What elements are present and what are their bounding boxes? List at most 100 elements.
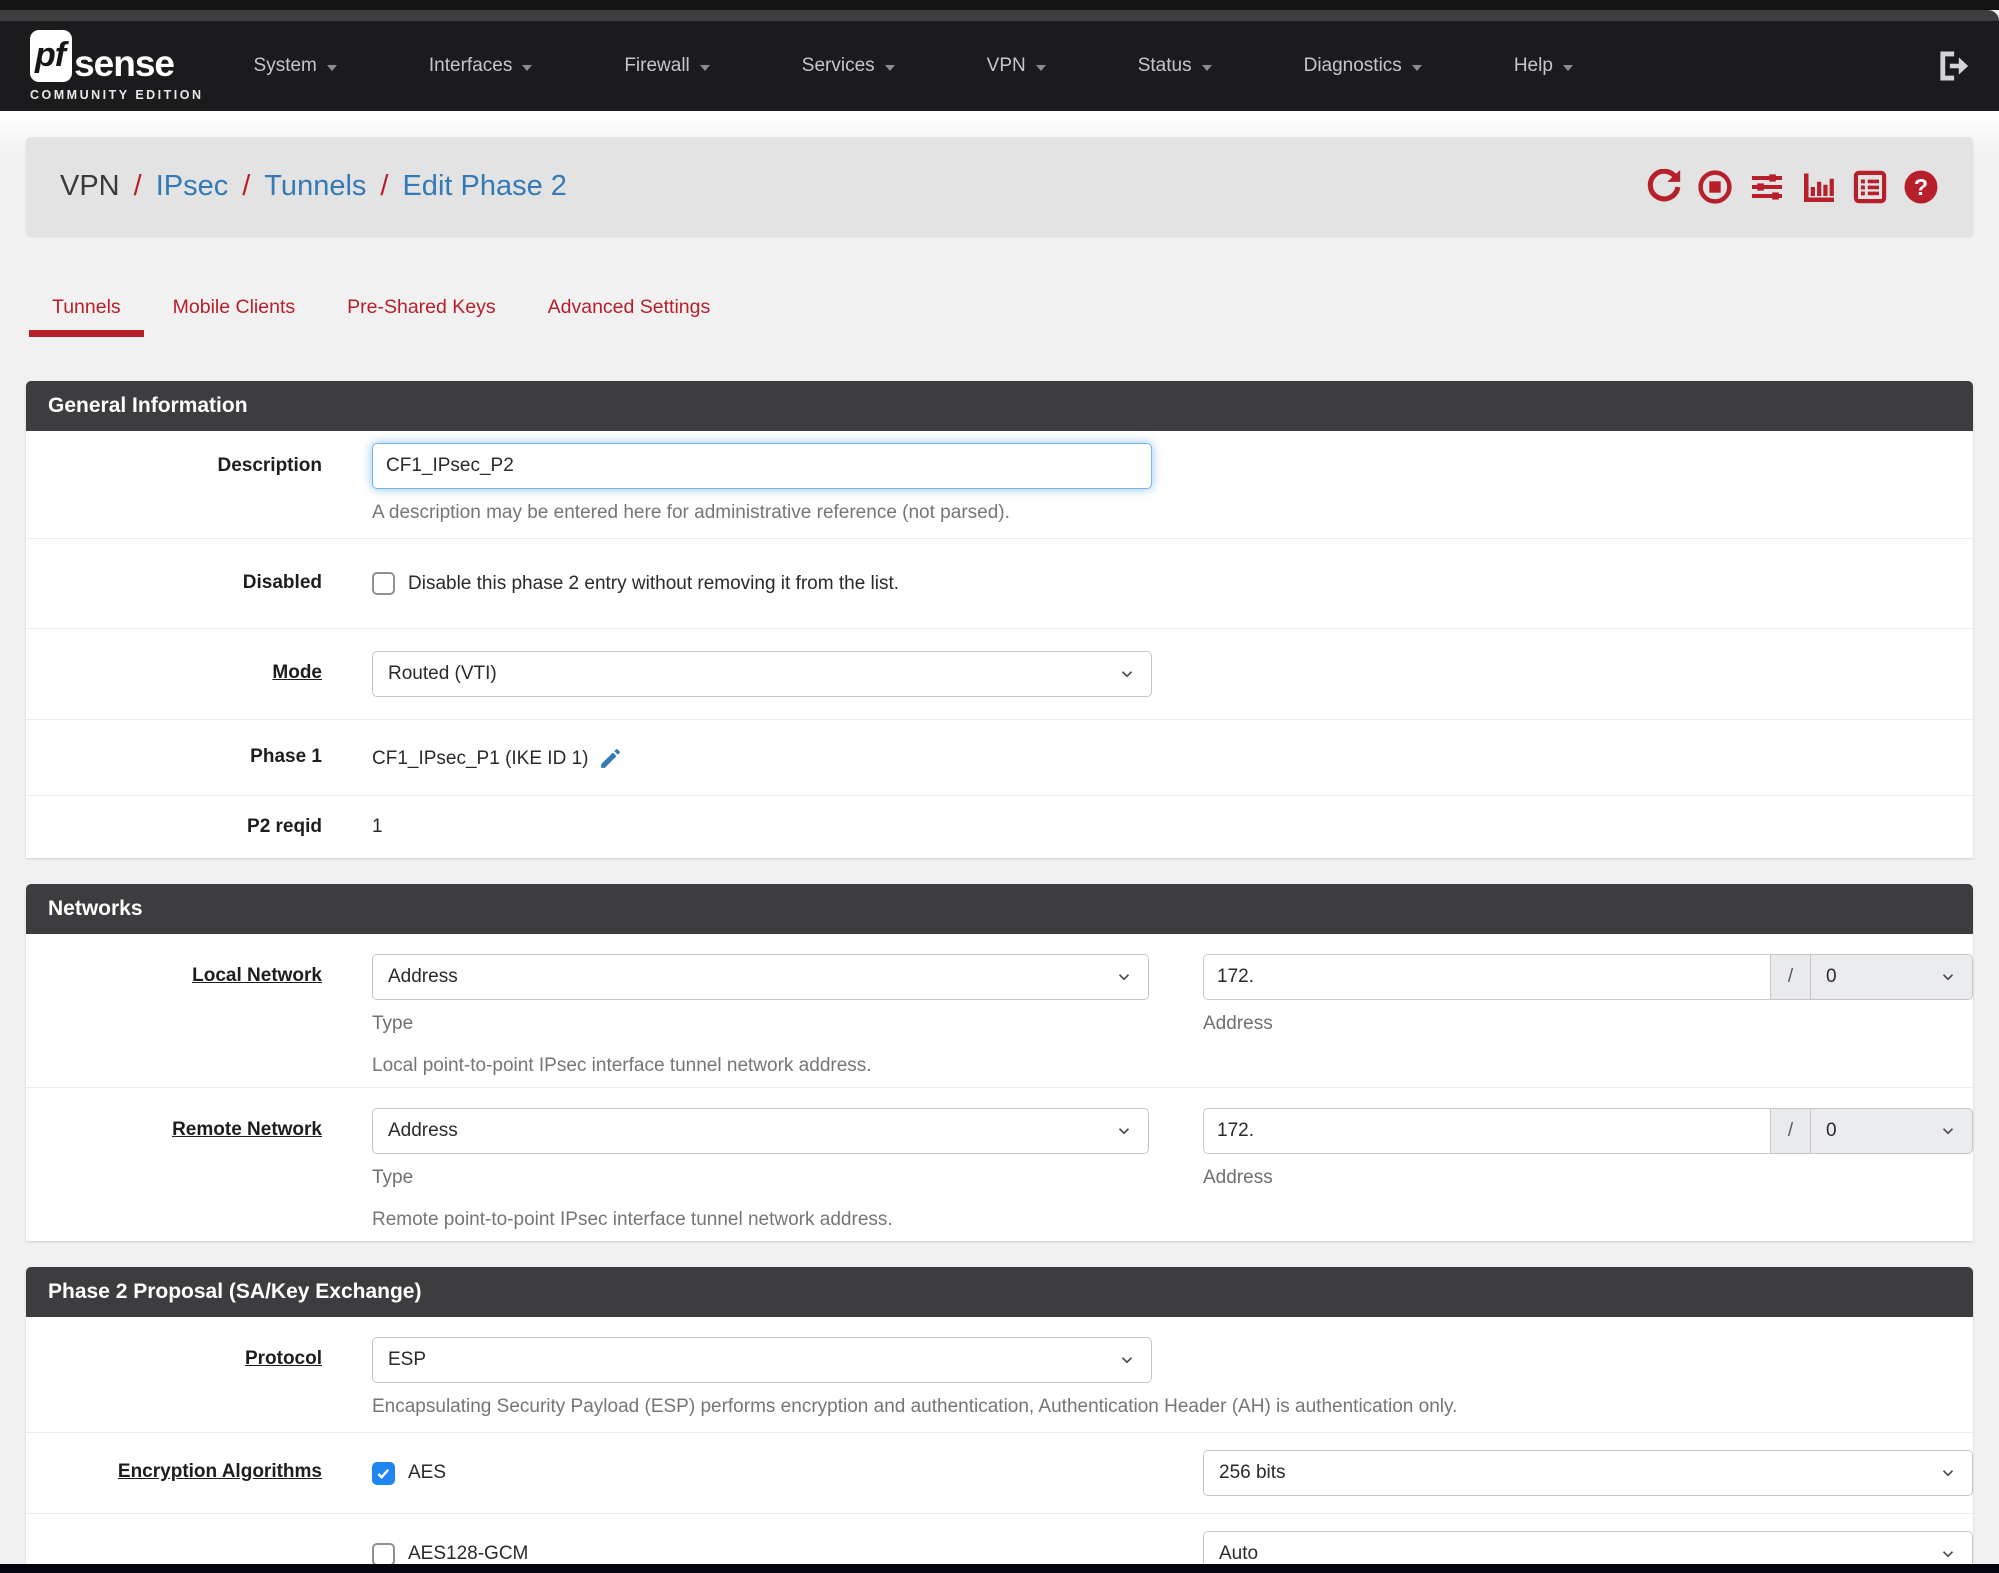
breadcrumb-section: VPN [60, 170, 120, 202]
remote-network-prefix-select[interactable]: 0 [1811, 1108, 1973, 1154]
window-chrome-strip [0, 10, 1999, 21]
community-edition-label: COMMUNITY EDITION [30, 88, 204, 102]
disabled-label: Disabled [242, 572, 322, 593]
main-menu: System Interfaces Firewall Services VPN … [232, 41, 1935, 91]
local-network-help: Local point-to-point IPsec interface tun… [372, 1055, 872, 1076]
window-top-edge [0, 0, 1999, 10]
page-body: VPN / IPsec / Tunnels / Edit Phase 2 ? T… [0, 111, 1999, 1573]
description-label: Description [217, 455, 322, 476]
chevron-down-icon [1942, 1470, 1954, 1477]
phase1-value: CF1_IPsec_P1 (IKE ID 1) [372, 747, 589, 769]
remote-network-label: Remote Network [172, 1119, 322, 1140]
chevron-down-icon [884, 64, 895, 71]
aes-keylen-select[interactable]: 256 bits [1203, 1450, 1973, 1496]
pfsense-logo-sense: sense [74, 43, 175, 84]
chevron-down-icon [1118, 1128, 1130, 1135]
disabled-row: Disabled Disable this phase 2 entry with… [26, 539, 1973, 629]
chevron-down-icon [699, 64, 710, 71]
aes-label: AES [408, 1462, 447, 1483]
remote-network-address-caption: Address [1203, 1167, 1273, 1188]
tab-bar: Tunnels Mobile Clients Pre-Shared Keys A… [26, 236, 1973, 337]
refresh-icon[interactable] [1646, 168, 1682, 205]
chevron-down-icon [1942, 1551, 1954, 1558]
chevron-down-icon [1121, 1357, 1133, 1364]
list-log-icon[interactable] [1852, 169, 1888, 205]
chevron-down-icon [522, 64, 533, 71]
remote-network-type-caption: Type [372, 1167, 414, 1188]
remote-network-row: Remote Network Address Type 172. / 0 Add… [26, 1088, 1973, 1241]
local-network-address-caption: Address [1203, 1013, 1273, 1034]
aes-checkbox[interactable] [372, 1461, 395, 1485]
help-circle-icon[interactable]: ? [1903, 169, 1939, 205]
breadcrumb-link-tunnels[interactable]: Tunnels [264, 170, 366, 203]
chevron-down-icon [1411, 64, 1422, 71]
menu-diagnostics[interactable]: Diagnostics [1304, 41, 1422, 91]
menu-firewall[interactable]: Firewall [624, 41, 710, 91]
phase1-row: Phase 1 CF1_IPsec_P1 (IKE ID 1) [26, 720, 1973, 796]
chevron-down-icon [1118, 974, 1130, 981]
p2reqid-label: P2 reqid [247, 816, 322, 837]
local-network-type-select[interactable]: Address [372, 954, 1149, 1000]
networks-panel: Networks Local Network Address Type 172.… [26, 884, 1973, 1241]
remote-network-type-select[interactable]: Address [372, 1108, 1149, 1154]
breadcrumb-panel: VPN / IPsec / Tunnels / Edit Phase 2 ? [26, 137, 1973, 236]
menu-system[interactable]: System [254, 41, 337, 91]
mode-row: Mode Routed (VTI) [26, 629, 1973, 720]
remote-network-help: Remote point-to-point IPsec interface tu… [372, 1209, 893, 1230]
pfsense-edit-phase2-screen: pf sense COMMUNITY EDITION System Interf… [0, 0, 1999, 1573]
tab-tunnels[interactable]: Tunnels [26, 282, 147, 337]
sliders-icon[interactable] [1748, 169, 1786, 205]
protocol-row: Protocol ESP Encapsulating Security Payl… [26, 1317, 1973, 1433]
local-network-type-caption: Type [372, 1013, 414, 1034]
chevron-down-icon [1942, 974, 1954, 981]
p2reqid-value: 1 [372, 816, 383, 837]
chevron-down-icon [326, 64, 337, 71]
local-network-prefix-select[interactable]: 0 [1811, 954, 1973, 1000]
aes128-gcm-checkbox[interactable] [372, 1542, 395, 1566]
sign-out-icon [1940, 51, 1969, 81]
phase2-proposal-header: Phase 2 Proposal (SA/Key Exchange) [26, 1267, 1973, 1317]
bar-chart-icon[interactable] [1801, 169, 1837, 205]
bottom-edge-strip [0, 1564, 1999, 1573]
check-icon [377, 1468, 390, 1479]
networks-header: Networks [26, 884, 1973, 934]
breadcrumb-link-ipsec[interactable]: IPsec [156, 170, 229, 203]
stop-circle-icon[interactable] [1697, 169, 1733, 205]
pfsense-logo[interactable]: pf sense COMMUNITY EDITION [30, 30, 204, 102]
disabled-checkbox[interactable] [372, 572, 395, 595]
phase2-proposal-panel: Phase 2 Proposal (SA/Key Exchange) Proto… [26, 1267, 1973, 1573]
menu-interfaces[interactable]: Interfaces [429, 41, 533, 91]
menu-help[interactable]: Help [1514, 41, 1573, 91]
svg-text:?: ? [1914, 174, 1928, 200]
menu-vpn[interactable]: VPN [987, 41, 1046, 91]
description-input[interactable] [372, 443, 1152, 489]
remote-network-address-input[interactable] [1203, 1108, 1771, 1154]
breadcrumb-link-edit-phase-2[interactable]: Edit Phase 2 [402, 170, 566, 203]
local-network-address-input[interactable] [1203, 954, 1771, 1000]
pencil-icon[interactable] [598, 746, 623, 771]
encryption-algorithms-label: Encryption Algorithms [117, 1461, 322, 1482]
chevron-down-icon [1035, 64, 1046, 71]
protocol-select[interactable]: ESP [372, 1337, 1152, 1383]
menu-status[interactable]: Status [1138, 41, 1212, 91]
chevron-down-icon [1201, 64, 1212, 71]
top-navbar: pf sense COMMUNITY EDITION System Interf… [0, 21, 1999, 111]
page-action-icons: ? [1646, 168, 1939, 205]
tab-pre-shared-keys[interactable]: Pre-Shared Keys [321, 282, 522, 337]
logout-button[interactable] [1935, 49, 1969, 83]
chevron-down-icon [1942, 1128, 1954, 1135]
local-network-label: Local Network [192, 965, 322, 986]
local-network-row: Local Network Address Type 172. / 0 Addr… [26, 934, 1973, 1088]
menu-services[interactable]: Services [802, 41, 895, 91]
chevron-down-icon [1562, 64, 1573, 71]
breadcrumb: VPN / IPsec / Tunnels / Edit Phase 2 [60, 170, 567, 203]
phase1-label: Phase 1 [250, 746, 322, 767]
tab-mobile-clients[interactable]: Mobile Clients [147, 282, 321, 337]
chevron-down-icon [1121, 671, 1133, 678]
description-row: Description A description may be entered… [26, 431, 1973, 539]
cidr-slash-addon: / [1771, 1108, 1811, 1154]
general-information-header: General Information [26, 381, 1973, 431]
tab-advanced-settings[interactable]: Advanced Settings [522, 282, 737, 337]
protocol-help: Encapsulating Security Payload (ESP) per… [372, 1396, 1458, 1417]
mode-select[interactable]: Routed (VTI) [372, 651, 1152, 697]
